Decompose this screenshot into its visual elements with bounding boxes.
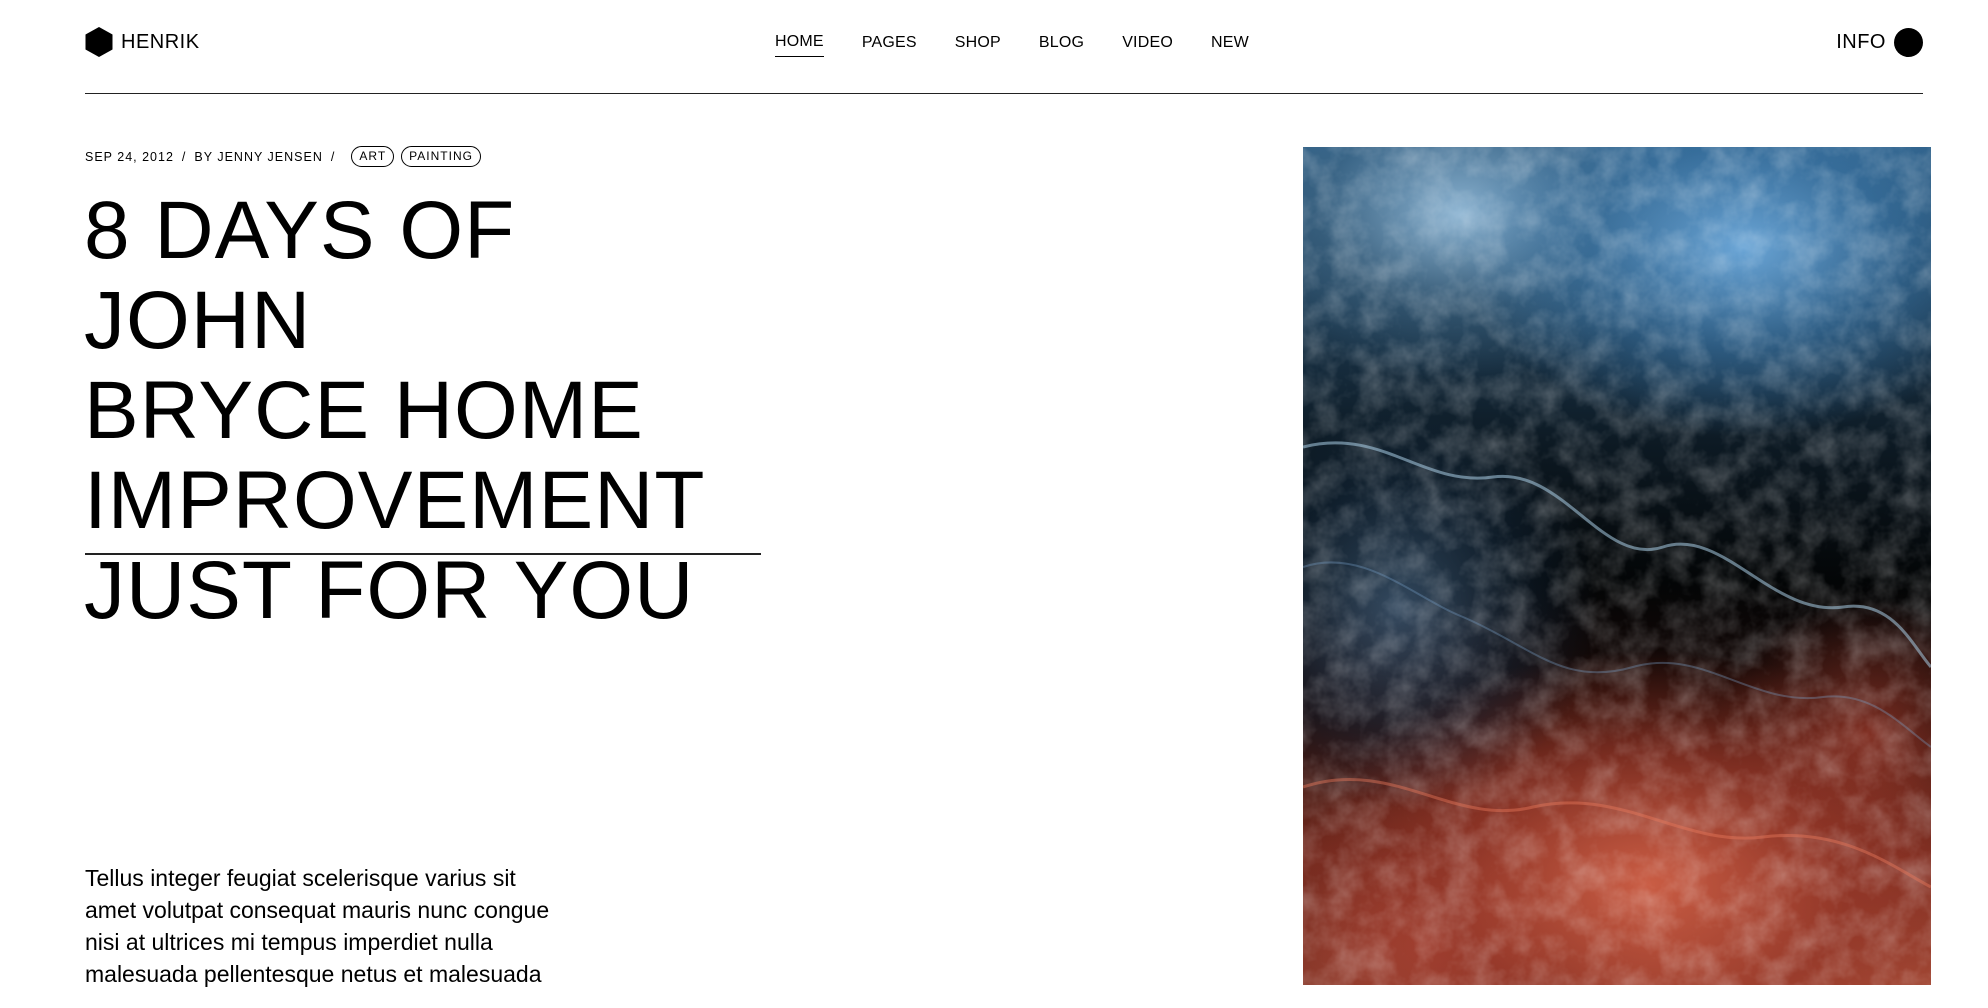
post-date: SEP 24, 2012 <box>85 149 174 164</box>
artwork-texture <box>1303 147 1931 985</box>
nav-item-pages[interactable]: PAGES <box>862 31 917 57</box>
excerpt-line: Tellus integer feugiat scelerisque variu… <box>85 865 516 891</box>
brand-name: HENRIK <box>121 31 200 53</box>
nav-item-video[interactable]: VIDEO <box>1122 31 1173 57</box>
title-line: IMPROVEMENT <box>84 455 706 546</box>
hexagon-icon <box>85 27 113 57</box>
featured-artwork-image[interactable] <box>1303 147 1931 985</box>
tag-art[interactable]: ART <box>351 146 395 167</box>
post-excerpt: Tellus integer feugiat scelerisque variu… <box>85 862 605 990</box>
title-line: BRYCE HOME <box>84 365 644 456</box>
title-divider <box>85 553 761 555</box>
nav-item-shop[interactable]: SHOP <box>955 31 1001 57</box>
site-logo[interactable]: HENRIK <box>85 27 200 57</box>
nav-item-home[interactable]: HOME <box>775 30 824 57</box>
info-label: INFO <box>1836 31 1886 53</box>
post-author[interactable]: BY JENNY JENSEN <box>194 147 322 167</box>
excerpt-line: malesuada pellentesque netus et malesuad… <box>85 961 542 987</box>
title-line: JUST FOR YOU <box>84 545 695 636</box>
main-nav: HOME PAGES SHOP BLOG VIDEO NEW <box>775 30 1287 57</box>
tag-painting[interactable]: PAINTING <box>401 146 481 167</box>
info-button[interactable]: INFO <box>1836 27 1923 57</box>
circle-icon <box>1894 27 1923 57</box>
nav-item-new[interactable]: NEW <box>1211 31 1249 57</box>
post-title: 8 DAYS OF JOHN BRYCE HOME IMPROVEMENT JU… <box>84 186 764 636</box>
meta-separator: / <box>181 149 187 164</box>
excerpt-line: amet volutpat consequat mauris nunc cong… <box>85 897 550 923</box>
post-meta: SEP 24, 2012 / BY JENNY JENSEN / ART PAI… <box>85 146 481 167</box>
nav-item-blog[interactable]: BLOG <box>1039 31 1084 57</box>
title-line: 8 DAYS OF JOHN <box>84 185 516 366</box>
site-header: HENRIK HOME PAGES SHOP BLOG VIDEO NEW IN… <box>85 0 1923 94</box>
meta-separator: / <box>330 149 336 164</box>
excerpt-line: nisi at ultrices mi tempus imperdiet nul… <box>85 929 493 955</box>
